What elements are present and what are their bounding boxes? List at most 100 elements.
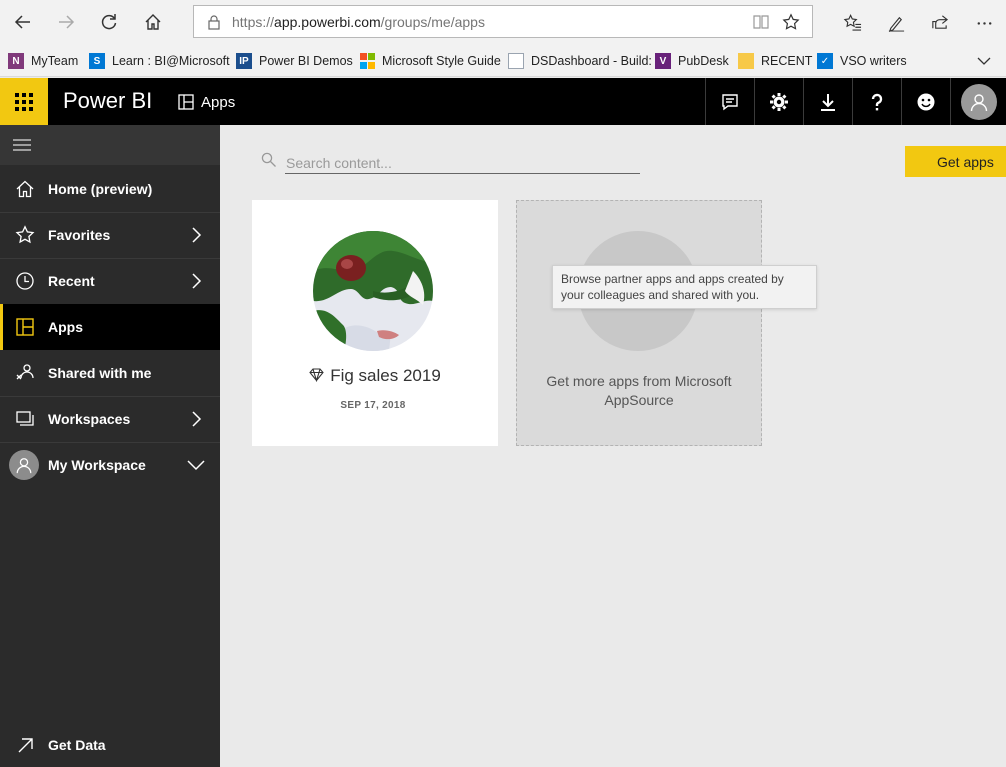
- chevron-right-icon[interactable]: [188, 273, 204, 289]
- forward-arrow-icon: [59, 15, 75, 29]
- nav-item-workspaces[interactable]: Workspaces: [0, 396, 220, 442]
- nav-item-my-workspace[interactable]: My Workspace: [0, 442, 220, 488]
- chevron-down-icon[interactable]: [187, 457, 205, 473]
- nav-item-label: My Workspace: [48, 457, 146, 473]
- browser-toolbar: https://app.powerbi.com/groups/me/apps: [0, 0, 1006, 44]
- microsoft-logo-icon: [359, 53, 375, 69]
- nav-toggle-bar: [0, 125, 220, 165]
- settings-button[interactable]: [754, 78, 803, 125]
- smiley-icon: [917, 93, 935, 110]
- favorites-list-icon: [843, 13, 861, 31]
- home-icon: [145, 14, 161, 30]
- get-data-label: Get Data: [48, 737, 106, 753]
- favorite-pubdesk[interactable]: V PubDesk: [655, 52, 729, 70]
- azure-devops-icon: ✓: [817, 53, 833, 69]
- help-button[interactable]: [852, 78, 901, 125]
- favorite-vso-writers[interactable]: ✓ VSO writers: [817, 52, 907, 70]
- favorites-hub-button[interactable]: [840, 10, 864, 34]
- share-icon: [931, 14, 948, 29]
- favorites-bar: N MyTeam S Learn : BI@Microsoft IP Power…: [0, 44, 1006, 77]
- sharepoint-icon: S: [89, 53, 105, 69]
- person-icon: [970, 93, 987, 111]
- nav-item-label: Apps: [48, 319, 83, 335]
- page-icon: [508, 53, 524, 69]
- star-icon: [14, 224, 36, 246]
- app-title: Fig sales 2019: [330, 366, 441, 385]
- app-launcher-button[interactable]: [0, 78, 48, 125]
- account-button[interactable]: [950, 78, 1006, 125]
- brand-title[interactable]: Power BI: [63, 88, 152, 114]
- get-data-button[interactable]: Get Data: [0, 722, 220, 767]
- favorite-learn[interactable]: S Learn : BI@Microsoft: [89, 52, 230, 70]
- favorite-label: DSDashboard - Build:: [531, 54, 652, 68]
- app-title-row: Fig sales 2019: [252, 366, 498, 386]
- address-bar[interactable]: https://app.powerbi.com/groups/me/apps: [193, 5, 813, 38]
- workspaces-icon: [14, 408, 36, 430]
- nav-item-home[interactable]: Home (preview): [0, 166, 220, 212]
- chevron-right-icon[interactable]: [188, 227, 204, 243]
- apps-icon: [178, 94, 194, 110]
- app-card[interactable]: Fig sales 2019 SEP 17, 2018: [252, 200, 498, 446]
- arrow-up-right-icon: [14, 734, 36, 756]
- favorite-style-guide[interactable]: Microsoft Style Guide: [359, 52, 501, 70]
- favorite-label: VSO writers: [840, 54, 907, 68]
- appsource-card[interactable]: Get more apps from Microsoft AppSource: [516, 200, 762, 446]
- app-header: Power BI Apps: [0, 78, 1006, 125]
- favorite-label: RECENT: [761, 54, 813, 68]
- search-icon: [261, 152, 276, 167]
- search-input[interactable]: [285, 152, 640, 174]
- download-icon: [821, 93, 835, 111]
- chevron-right-icon[interactable]: [188, 411, 204, 427]
- favorite-recent-folder[interactable]: RECENT: [738, 52, 812, 70]
- nav-item-favorites[interactable]: Favorites: [0, 212, 220, 258]
- nav-item-label: Workspaces: [48, 411, 131, 427]
- appsource-text: Get more apps from Microsoft AppSource: [546, 373, 732, 408]
- ellipsis-icon: [977, 21, 991, 25]
- refresh-button[interactable]: [94, 8, 124, 36]
- web-note-button[interactable]: [884, 10, 908, 34]
- notifications-button[interactable]: [705, 78, 754, 125]
- favorite-label: Power BI Demos: [259, 54, 353, 68]
- nav-item-label: Favorites: [48, 227, 111, 243]
- chevron-down-icon[interactable]: [976, 53, 992, 69]
- pen-icon: [888, 16, 904, 32]
- more-button[interactable]: [972, 10, 996, 34]
- shared-people-icon: [14, 362, 36, 384]
- favorite-label: Learn : BI@Microsoft: [112, 54, 230, 68]
- feedback-button[interactable]: [901, 78, 950, 125]
- nav-item-recent[interactable]: Recent: [0, 258, 220, 304]
- lock-icon: [208, 15, 220, 30]
- gear-icon: [770, 92, 788, 111]
- share-button[interactable]: [927, 10, 951, 34]
- home-button[interactable]: [138, 8, 168, 36]
- notification-icon: [722, 93, 738, 110]
- question-mark-icon: [871, 93, 883, 110]
- breadcrumb: Apps: [178, 92, 235, 112]
- download-button[interactable]: [803, 78, 852, 125]
- favorite-star-icon[interactable]: [782, 13, 800, 31]
- nav-item-label: Recent: [48, 273, 95, 289]
- favorite-myteam[interactable]: N MyTeam: [8, 52, 78, 70]
- avatar: [960, 83, 997, 120]
- app-thumbnail: [313, 231, 433, 351]
- waffle-icon: [15, 92, 33, 111]
- apps-icon: [14, 316, 36, 338]
- reading-view-icon[interactable]: [752, 13, 770, 31]
- left-nav: Home (preview) Favorites Recent Apps Sha…: [0, 125, 220, 767]
- app-date: SEP 17, 2018: [340, 400, 406, 411]
- onenote-icon: N: [8, 53, 24, 69]
- clock-icon: [14, 270, 36, 292]
- nav-item-apps[interactable]: Apps: [0, 304, 220, 350]
- appsource-tooltip: Browse partner apps and apps created by …: [552, 265, 817, 309]
- visual-studio-icon: V: [655, 53, 671, 69]
- get-apps-button[interactable]: Get apps: [905, 146, 1006, 177]
- favorite-power-bi-demos[interactable]: IP Power BI Demos: [236, 52, 353, 70]
- back-button[interactable]: [8, 8, 38, 36]
- forward-button[interactable]: [51, 8, 81, 36]
- nav-item-shared-with-me[interactable]: Shared with me: [0, 350, 220, 396]
- nav-item-label: Home (preview): [48, 181, 153, 197]
- folder-icon: [738, 53, 754, 69]
- hamburger-menu-icon[interactable]: [13, 139, 31, 151]
- favorite-dsdashboard[interactable]: DSDashboard - Build:: [508, 52, 652, 70]
- url-text: https://app.powerbi.com/groups/me/apps: [232, 14, 485, 30]
